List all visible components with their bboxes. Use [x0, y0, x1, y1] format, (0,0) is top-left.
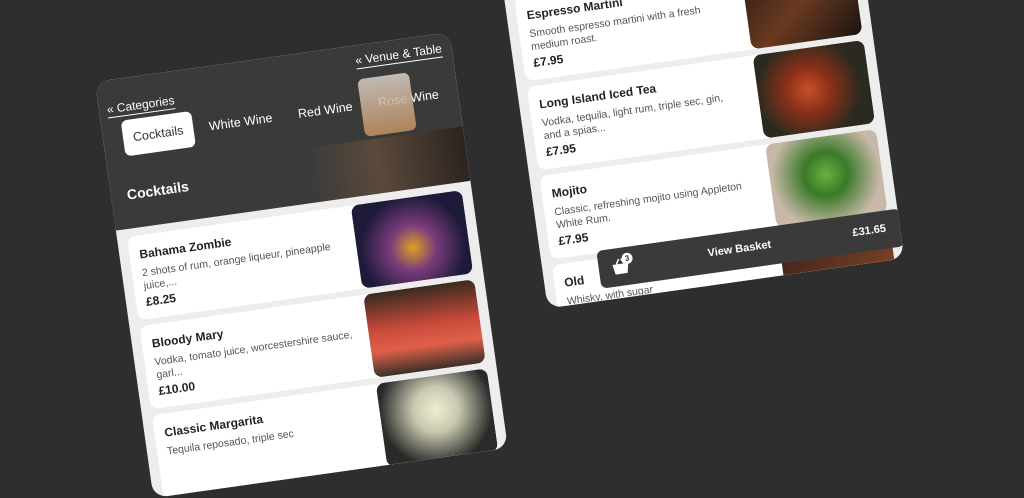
tab-red-wine[interactable]: Red Wine — [286, 87, 365, 133]
menu-screen-right: Espresso Martini Smooth espresso martini… — [496, 0, 905, 309]
basket-label: View Basket — [706, 238, 772, 260]
basket-count-badge: 3 — [620, 252, 634, 265]
tab-beer[interactable]: Beer & C — [452, 64, 507, 109]
item-photo — [363, 279, 486, 378]
tab-white-wine[interactable]: White Wine — [197, 98, 285, 145]
item-price: £8.25 — [145, 290, 177, 309]
item-photo — [752, 39, 876, 139]
hero-glass-image — [357, 72, 417, 137]
basket-total: £31.65 — [851, 222, 887, 240]
tab-cocktails[interactable]: Cocktails — [120, 110, 196, 157]
venue-table-link[interactable]: « Venue & Table — [354, 41, 443, 70]
item-photo — [375, 368, 499, 468]
item-name: Mojito — [550, 181, 588, 201]
item-price: £7.95 — [557, 230, 590, 249]
item-name: Bloody Mary — [150, 326, 225, 351]
item-price: £10.00 — [157, 379, 196, 399]
item-price: £7.95 — [532, 51, 565, 70]
menu-list: Bahama Zombie 2 shots of rum, orange liq… — [116, 181, 508, 498]
item-name: Old — [563, 273, 586, 290]
item-photo — [350, 190, 474, 289]
item-price: £7.95 — [545, 140, 577, 160]
menu-screen-left: « Venue & Table « Categories Cocktails W… — [95, 32, 508, 498]
